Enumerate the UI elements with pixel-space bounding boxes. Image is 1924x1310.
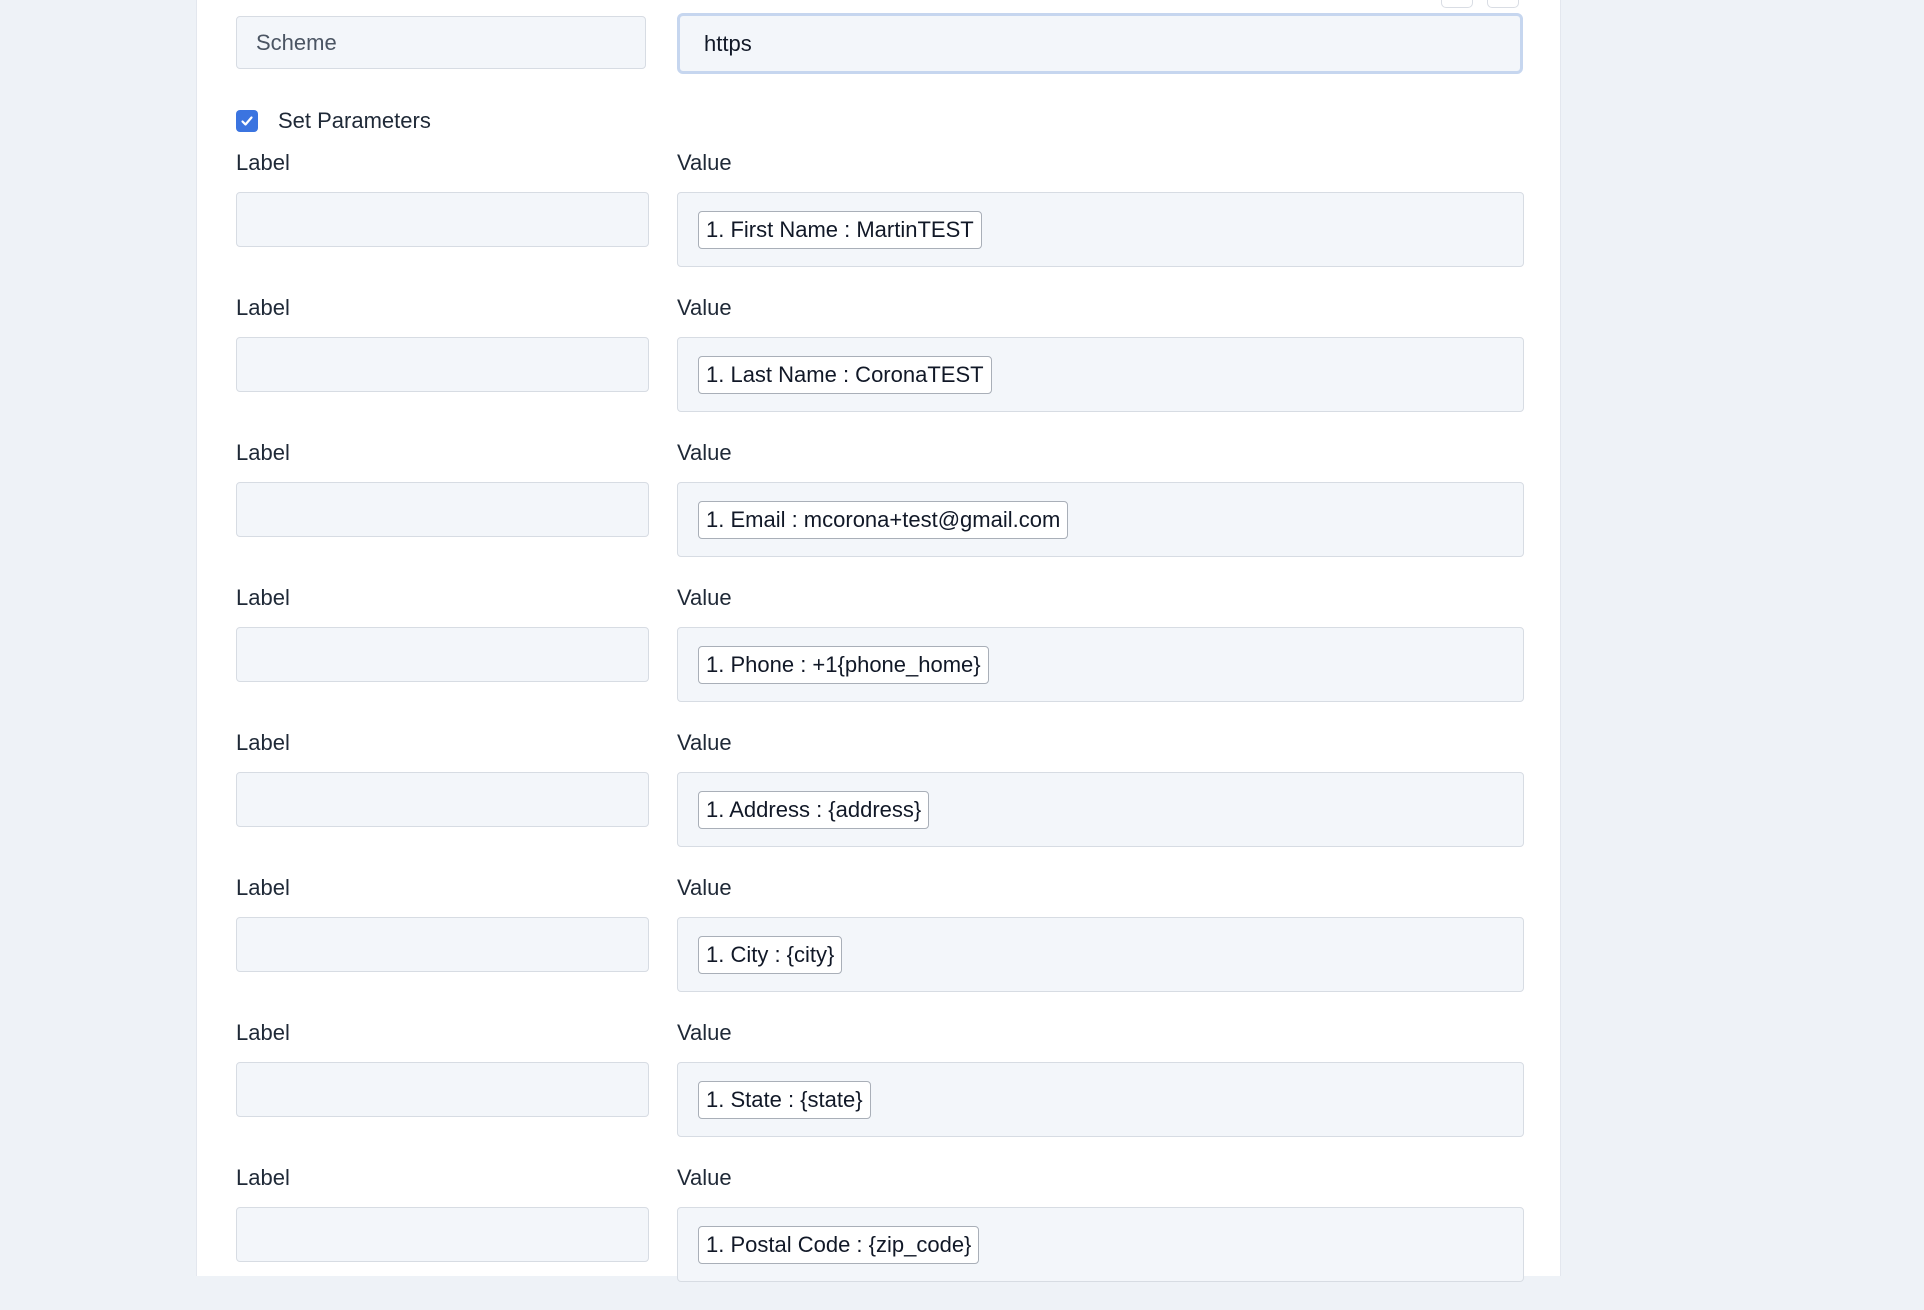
label-input[interactable]: [236, 1207, 649, 1262]
label-title: Label: [236, 150, 290, 175]
label-title: Label: [236, 295, 290, 320]
parameter-row: Label Value 1. Email : mcorona+test@gmai…: [236, 440, 1524, 585]
toolbar-button-right[interactable]: [1487, 0, 1519, 8]
parameter-row: Label Value 1. State : {state}: [236, 1020, 1524, 1165]
value-tag[interactable]: 1. Phone : +1{phone_home}: [698, 646, 989, 684]
label-input[interactable]: [236, 192, 649, 247]
label-input[interactable]: [236, 1062, 649, 1117]
set-parameters-checkbox[interactable]: [236, 110, 258, 132]
value-field[interactable]: 1. Email : mcorona+test@gmail.com: [677, 482, 1524, 557]
value-field[interactable]: 1. Postal Code : {zip_code}: [677, 1207, 1524, 1282]
value-tag[interactable]: 1. First Name : MartinTEST: [698, 211, 982, 249]
label-input[interactable]: [236, 772, 649, 827]
parameter-row: Label Value 1. Postal Code : {zip_code}: [236, 1165, 1524, 1310]
value-title: Value: [677, 440, 732, 465]
value-field[interactable]: 1. Address : {address}: [677, 772, 1524, 847]
value-title: Value: [677, 730, 732, 755]
value-tag[interactable]: 1. Postal Code : {zip_code}: [698, 1226, 980, 1264]
parameter-row: Label Value 1. Phone : +1{phone_home}: [236, 585, 1524, 730]
value-field[interactable]: 1. Phone : +1{phone_home}: [677, 627, 1524, 702]
value-field[interactable]: 1. First Name : MartinTEST: [677, 192, 1524, 267]
parameter-row: Label Value 1. City : {city}: [236, 875, 1524, 1020]
set-parameters-label: Set Parameters: [278, 108, 431, 133]
value-tag[interactable]: 1. Email : mcorona+test@gmail.com: [698, 501, 1069, 539]
value-title: Value: [677, 295, 732, 320]
label-input[interactable]: [236, 337, 649, 392]
scheme-input[interactable]: https: [677, 13, 1523, 74]
value-title: Value: [677, 585, 732, 610]
value-title: Value: [677, 875, 732, 900]
toolbar-button-left[interactable]: [1441, 0, 1473, 8]
label-title: Label: [236, 1165, 290, 1190]
label-title: Label: [236, 585, 290, 610]
value-title: Value: [677, 1020, 732, 1045]
parameter-row: Label Value 1. First Name : MartinTEST: [236, 150, 1524, 295]
label-title: Label: [236, 1020, 290, 1045]
value-field[interactable]: 1. City : {city}: [677, 917, 1524, 992]
label-input[interactable]: [236, 917, 649, 972]
value-field[interactable]: 1. State : {state}: [677, 1062, 1524, 1137]
value-field[interactable]: 1. Last Name : CoronaTEST: [677, 337, 1524, 412]
parameters-card: Scheme https Set Parameters Label Value …: [196, 0, 1561, 1282]
value-tag[interactable]: 1. Address : {address}: [698, 791, 930, 829]
set-parameters-row[interactable]: Set Parameters: [236, 108, 431, 134]
value-title: Value: [677, 150, 732, 175]
label-input[interactable]: [236, 482, 649, 537]
label-title: Label: [236, 875, 290, 900]
parameter-row: Label Value 1. Last Name : CoronaTEST: [236, 295, 1524, 440]
value-tag[interactable]: 1. City : {city}: [698, 936, 843, 974]
scheme-label: Scheme: [236, 16, 646, 69]
value-tag[interactable]: 1. State : {state}: [698, 1081, 871, 1119]
value-title: Value: [677, 1165, 732, 1190]
parameter-row: Label Value 1. Address : {address}: [236, 730, 1524, 875]
label-input[interactable]: [236, 627, 649, 682]
check-icon: [241, 116, 253, 126]
value-tag[interactable]: 1. Last Name : CoronaTEST: [698, 356, 992, 394]
label-title: Label: [236, 730, 290, 755]
label-title: Label: [236, 440, 290, 465]
